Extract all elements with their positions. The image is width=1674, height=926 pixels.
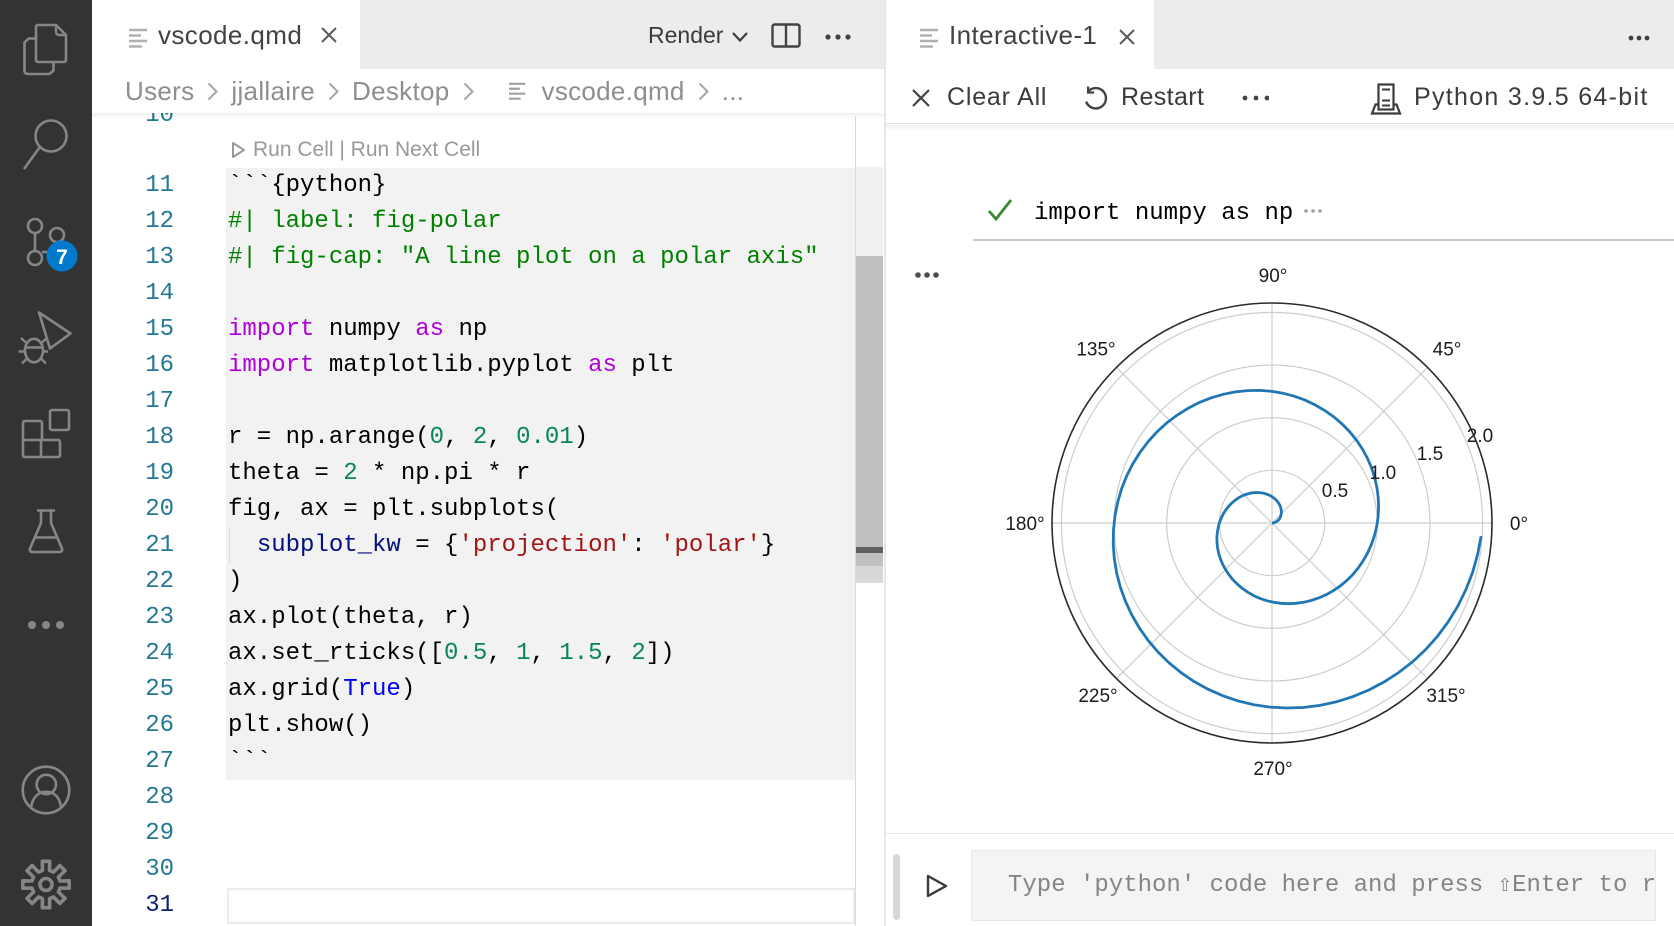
svg-text:0°: 0° xyxy=(1510,514,1528,535)
svg-text:0.5: 0.5 xyxy=(1322,481,1348,502)
svg-text:90°: 90° xyxy=(1259,266,1288,287)
svg-text:180°: 180° xyxy=(1005,514,1044,535)
svg-text:45°: 45° xyxy=(1433,340,1462,361)
svg-text:315°: 315° xyxy=(1426,686,1465,707)
svg-text:7: 7 xyxy=(56,246,68,269)
svg-text:2.0: 2.0 xyxy=(1467,426,1493,447)
svg-text:225°: 225° xyxy=(1078,686,1117,707)
svg-text:1.5: 1.5 xyxy=(1417,444,1443,465)
svg-text:270°: 270° xyxy=(1253,759,1292,780)
svg-text:1.0: 1.0 xyxy=(1370,463,1396,484)
svg-text:135°: 135° xyxy=(1076,340,1115,361)
